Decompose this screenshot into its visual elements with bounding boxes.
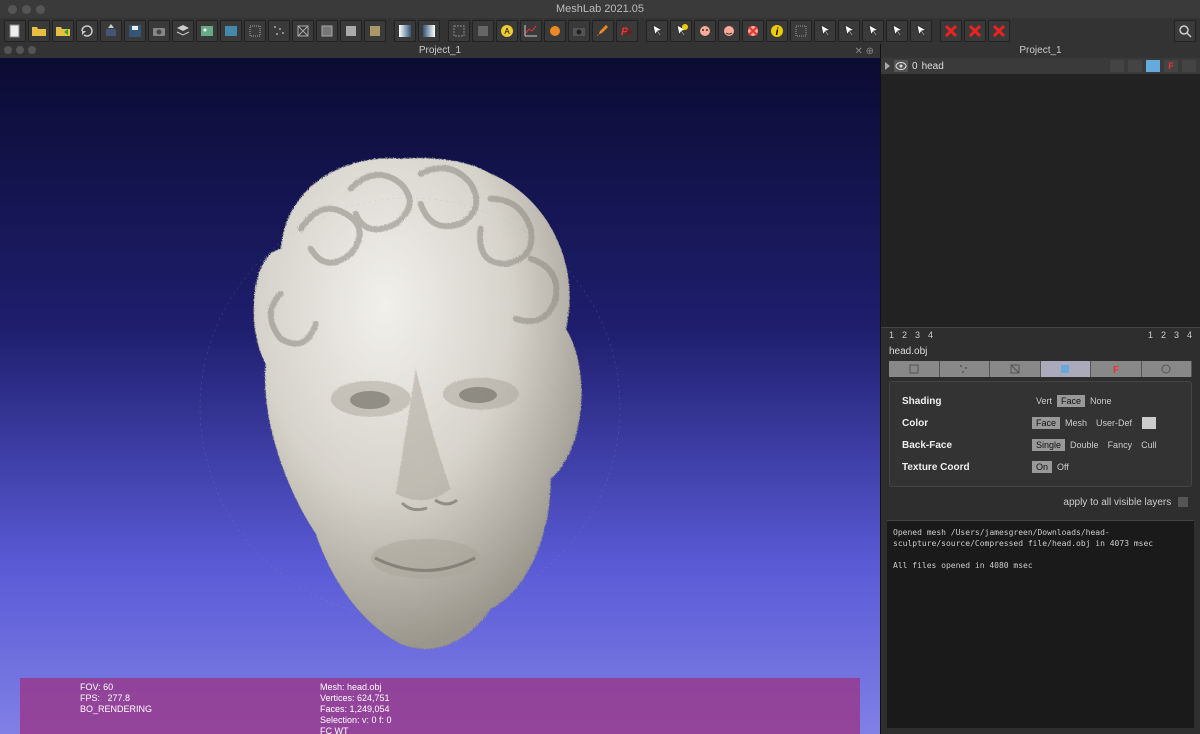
delete-x3-icon[interactable] — [988, 20, 1010, 42]
color-label: Color — [902, 418, 1032, 429]
render-tab-edge[interactable] — [1142, 361, 1193, 377]
save-disk-icon[interactable] — [124, 20, 146, 42]
render-tab-solid[interactable] — [1041, 361, 1092, 377]
snapshot-camera-icon[interactable] — [148, 20, 170, 42]
eye-icon[interactable] — [894, 60, 908, 72]
badge2-icon[interactable] — [1128, 60, 1142, 72]
apply-all-checkbox[interactable] — [1178, 497, 1188, 507]
texcoord-opts[interactable]: On Off — [1032, 461, 1073, 473]
close-icon[interactable]: ✕ ⊕ — [854, 45, 874, 59]
svg-text:A: A — [504, 27, 510, 36]
render-tab-select[interactable]: F — [1091, 361, 1142, 377]
shading-opts[interactable]: Vert Face None — [1032, 395, 1116, 407]
layers-icon[interactable] — [172, 20, 194, 42]
wireframe-icon[interactable] — [292, 20, 314, 42]
apply-all-row[interactable]: apply to all visible layers — [881, 491, 1200, 514]
boundingbox-icon[interactable] — [244, 20, 266, 42]
flatlines-icon[interactable] — [316, 20, 338, 42]
render-props: Shading Vert Face None Color Face Mesh U… — [889, 381, 1192, 487]
viewport-status: FOV: 60 FPS: 277.8 BO_RENDERING Mesh: he… — [20, 678, 860, 734]
open-folder-icon[interactable] — [28, 20, 50, 42]
texcoord-label: Texture Coord — [902, 462, 1032, 473]
delete-x2-icon[interactable] — [964, 20, 986, 42]
titlebar: MeshLab 2021.05 — [0, 0, 1200, 18]
svg-text:F: F — [1113, 365, 1119, 375]
backface-label: Back-Face — [902, 440, 1032, 451]
cursor-d-icon[interactable] — [862, 20, 884, 42]
cursor-default-icon[interactable] — [646, 20, 668, 42]
main-toolbar: A PP i — [0, 18, 1200, 44]
render-mode-tabs[interactable]: F — [889, 361, 1192, 377]
sphere-icon[interactable] — [544, 20, 566, 42]
open-recent-icon[interactable] — [52, 20, 74, 42]
color-swatch[interactable] — [1142, 417, 1156, 429]
smooth-icon[interactable] — [340, 20, 362, 42]
badge4-icon[interactable]: F — [1164, 60, 1178, 72]
log-output: Opened mesh /Users/jamesgreen/Downloads/… — [887, 520, 1194, 728]
layer-name: head — [922, 61, 944, 72]
render-tab-points[interactable] — [940, 361, 991, 377]
export-icon[interactable] — [100, 20, 122, 42]
layer-list: 0 head F — [881, 58, 1200, 328]
3d-viewport[interactable]: FOV: 60 FPS: 277.8 BO_RENDERING Mesh: he… — [0, 58, 880, 734]
image2-icon[interactable] — [220, 20, 242, 42]
nums-right: 1234 — [1140, 328, 1200, 342]
light-right-icon[interactable] — [418, 20, 440, 42]
chart-icon[interactable] — [520, 20, 542, 42]
image-icon[interactable] — [196, 20, 218, 42]
cursor-e-icon[interactable] — [886, 20, 908, 42]
cursor-f-icon[interactable] — [910, 20, 932, 42]
app-title: MeshLab 2021.05 — [0, 3, 1200, 15]
project-title: Project_1 — [419, 45, 461, 56]
layer-row[interactable]: 0 head F — [881, 58, 1200, 74]
light-left-icon[interactable] — [394, 20, 416, 42]
points-icon[interactable] — [268, 20, 290, 42]
sel-rect-icon[interactable] — [790, 20, 812, 42]
status-mid: Mesh: head.obj Vertices: 624,751 Faces: … — [320, 682, 560, 730]
status-left: FOV: 60 FPS: 277.8 BO_RENDERING — [80, 682, 320, 730]
expand-icon[interactable] — [885, 62, 890, 70]
search-icon[interactable] — [1174, 20, 1196, 42]
layer-panel: Project_1 0 head F 1234 1234 he — [880, 44, 1200, 734]
info-icon[interactable]: i — [766, 20, 788, 42]
reload-icon[interactable] — [76, 20, 98, 42]
cursor-b-icon[interactable] — [814, 20, 836, 42]
cursor-a2-icon[interactable] — [670, 20, 692, 42]
current-mesh-name: head.obj — [881, 342, 1200, 361]
seltool2-icon[interactable] — [472, 20, 494, 42]
backface-opts[interactable]: Single Double Fancy Cull — [1032, 439, 1161, 451]
seltool1-icon[interactable] — [448, 20, 470, 42]
new-file-icon[interactable] — [4, 20, 26, 42]
face-paint-icon[interactable] — [694, 20, 716, 42]
texture-icon[interactable] — [364, 20, 386, 42]
layer-panel-title[interactable]: Project_1 — [881, 44, 1200, 58]
pen-icon[interactable] — [592, 20, 614, 42]
pp-icon[interactable]: PP — [616, 20, 638, 42]
camera2-icon[interactable] — [568, 20, 590, 42]
shading-label: Shading — [902, 396, 1032, 407]
layer-index: 0 — [912, 61, 918, 72]
viewport-tab[interactable]: Project_1 ✕ ⊕ — [0, 44, 880, 58]
nums-left: 1234 — [881, 328, 941, 342]
viewport-panel: Project_1 ✕ ⊕ — [0, 44, 880, 734]
svg-text:P: P — [626, 28, 632, 38]
cursor-c-icon[interactable] — [838, 20, 860, 42]
svg-text:i: i — [776, 27, 779, 38]
color-opts[interactable]: Face Mesh User-Def — [1032, 417, 1136, 429]
annotate-a-icon[interactable]: A — [496, 20, 518, 42]
badge1-icon[interactable] — [1110, 60, 1124, 72]
mask-delete-icon[interactable] — [742, 20, 764, 42]
delete-x1-icon[interactable] — [940, 20, 962, 42]
badge3-icon[interactable] — [1146, 60, 1160, 72]
face-paint2-icon[interactable] — [718, 20, 740, 42]
mesh-head — [190, 118, 630, 678]
render-tab-wire[interactable] — [990, 361, 1041, 377]
apply-all-label: apply to all visible layers — [1063, 497, 1171, 508]
render-tab-box[interactable] — [889, 361, 940, 377]
badge5-icon[interactable] — [1182, 60, 1196, 72]
